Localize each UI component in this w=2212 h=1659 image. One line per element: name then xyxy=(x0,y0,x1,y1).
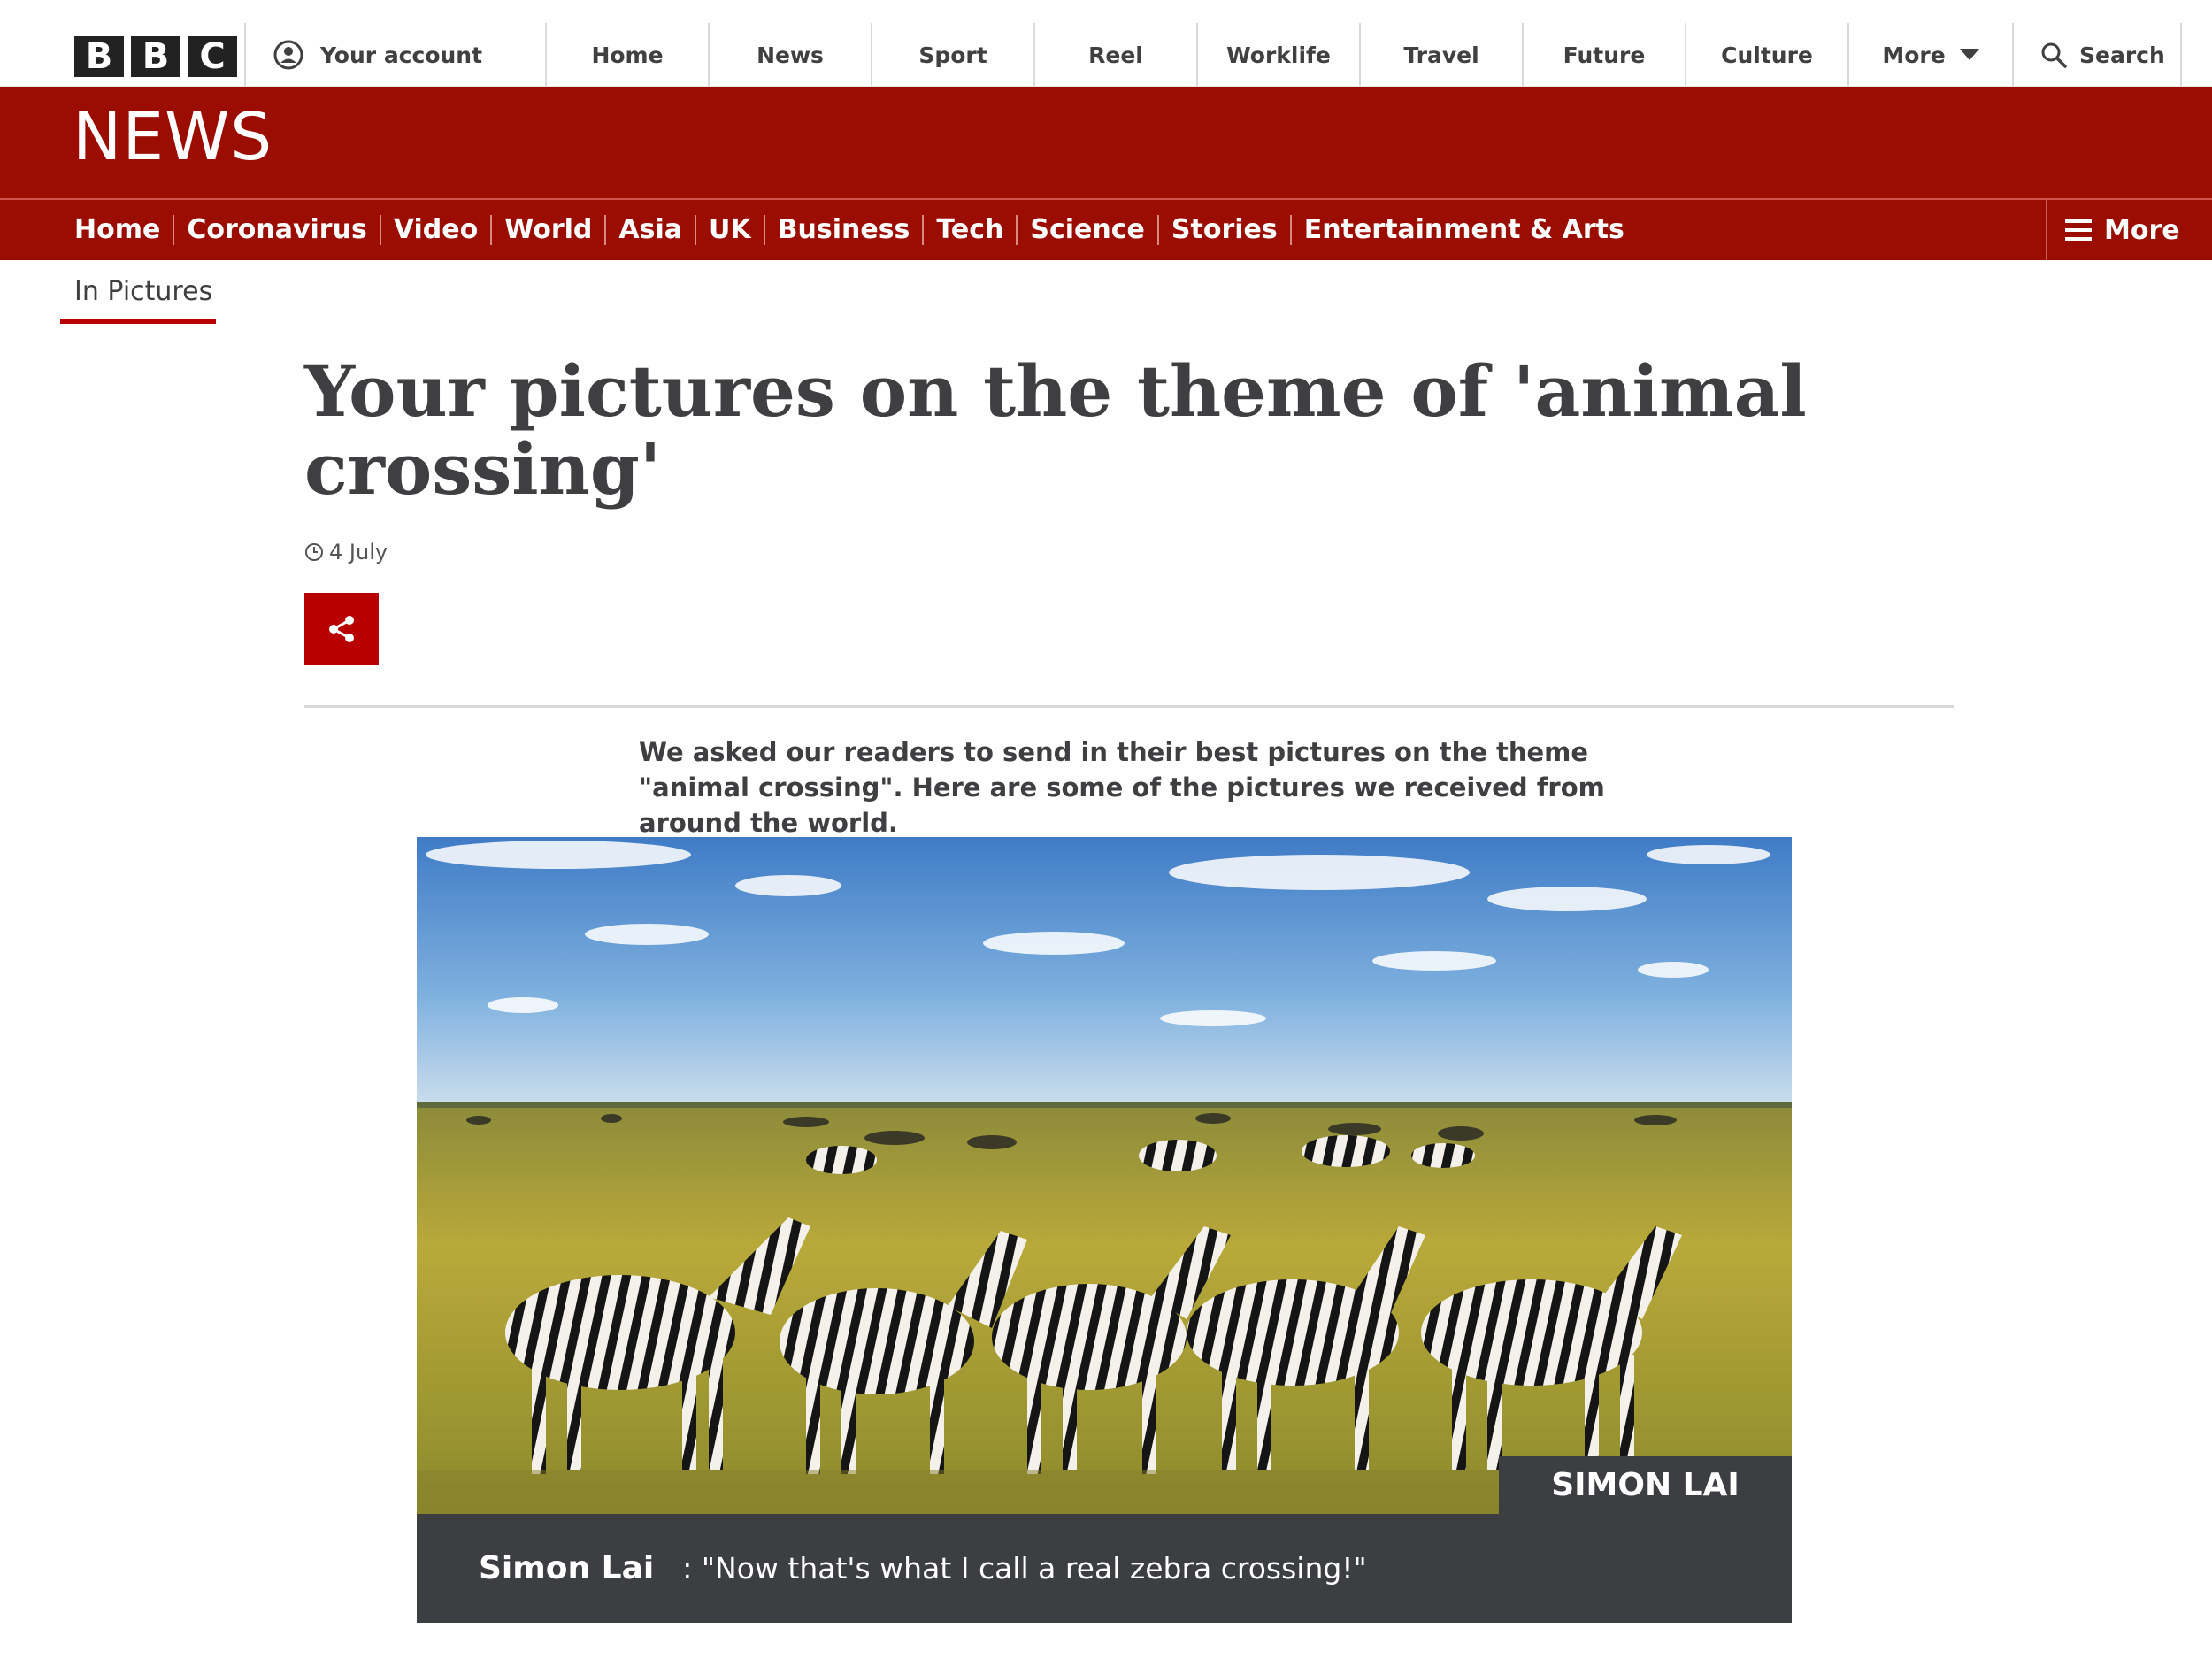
article-intro: We asked our readers to send in their be… xyxy=(639,737,1605,838)
secnav-coronavirus[interactable]: Coronavirus xyxy=(174,215,379,245)
zebra-photo xyxy=(417,837,1792,1514)
news-logo[interactable]: NEWS xyxy=(73,104,273,170)
secnav-stories[interactable]: Stories xyxy=(1159,215,1290,245)
share-icon xyxy=(329,616,354,642)
news-masthead: NEWS xyxy=(0,87,2212,198)
news-section-nav: Home Coronavirus Video World Asia UK Bus… xyxy=(0,200,2212,260)
nav-divider xyxy=(2012,23,2014,87)
photo-caption: Simon Lai : "Now that's what I call a re… xyxy=(417,1514,1792,1623)
topnav-worklife[interactable]: Worklife xyxy=(1198,23,1359,87)
secnav-asia[interactable]: Asia xyxy=(606,215,695,245)
secnav-more-button[interactable]: More xyxy=(2065,200,2180,260)
share-button[interactable] xyxy=(304,593,379,665)
subsection-link[interactable]: In Pictures xyxy=(74,276,212,307)
search-icon xyxy=(2041,42,2067,68)
bbc-logo[interactable]: B B C xyxy=(74,36,237,77)
account-icon xyxy=(273,40,303,70)
topnav-future[interactable]: Future xyxy=(1524,23,1685,87)
topnav-travel[interactable]: Travel xyxy=(1361,23,1522,87)
article-timestamp: 4 July xyxy=(304,540,388,565)
photo-credit: SIMON LAI xyxy=(1499,1456,1792,1514)
topnav-culture[interactable]: Culture xyxy=(1686,23,1847,87)
topnav-home[interactable]: Home xyxy=(547,23,708,87)
article-photo-figure: SIMON LAI Simon Lai : "Now that's what I… xyxy=(417,837,1792,1623)
nav-divider xyxy=(244,23,246,87)
logo-letter: B xyxy=(74,36,124,77)
secnav-entertainment-arts[interactable]: Entertainment & Arts xyxy=(1292,215,1637,245)
logo-letter: C xyxy=(188,36,237,77)
logo-letter: B xyxy=(131,36,180,77)
bbc-global-nav: B B C Your account Home News Sport Reel … xyxy=(0,23,2212,87)
search-link[interactable]: Search xyxy=(2040,23,2165,87)
secnav-uk[interactable]: UK xyxy=(696,215,764,245)
hamburger-menu-icon xyxy=(2065,219,2092,241)
secnav-divider xyxy=(2046,200,2047,260)
secnav-home[interactable]: Home xyxy=(74,215,173,245)
chevron-down-icon xyxy=(1959,49,1979,60)
caption-text: : "Now that's what I call a real zebra c… xyxy=(682,1551,1367,1586)
secnav-science[interactable]: Science xyxy=(1018,215,1157,245)
secnav-world[interactable]: World xyxy=(492,215,604,245)
account-label: Your account xyxy=(320,42,483,68)
secnav-video[interactable]: Video xyxy=(381,215,490,245)
topnav-more-label: More xyxy=(1882,42,1946,68)
article-date: 4 July xyxy=(329,540,388,565)
secnav-business[interactable]: Business xyxy=(765,215,923,245)
caption-name: Simon Lai xyxy=(479,1550,655,1586)
topnav-more[interactable]: More xyxy=(1849,23,2012,87)
secnav-more-label: More xyxy=(2104,214,2180,246)
topnav-reel[interactable]: Reel xyxy=(1035,23,1196,87)
article-headline: Your pictures on the theme of 'animal cr… xyxy=(304,349,1807,511)
secnav-tech[interactable]: Tech xyxy=(924,215,1016,245)
search-label: Search xyxy=(2079,42,2165,68)
article-divider xyxy=(304,705,1954,708)
subsection-active-indicator xyxy=(60,319,216,324)
topnav-news[interactable]: News xyxy=(710,23,871,87)
topnav-sport[interactable]: Sport xyxy=(872,23,1033,87)
account-link[interactable]: Your account xyxy=(273,23,482,87)
clock-icon xyxy=(305,543,323,561)
nav-divider xyxy=(2180,23,2182,87)
